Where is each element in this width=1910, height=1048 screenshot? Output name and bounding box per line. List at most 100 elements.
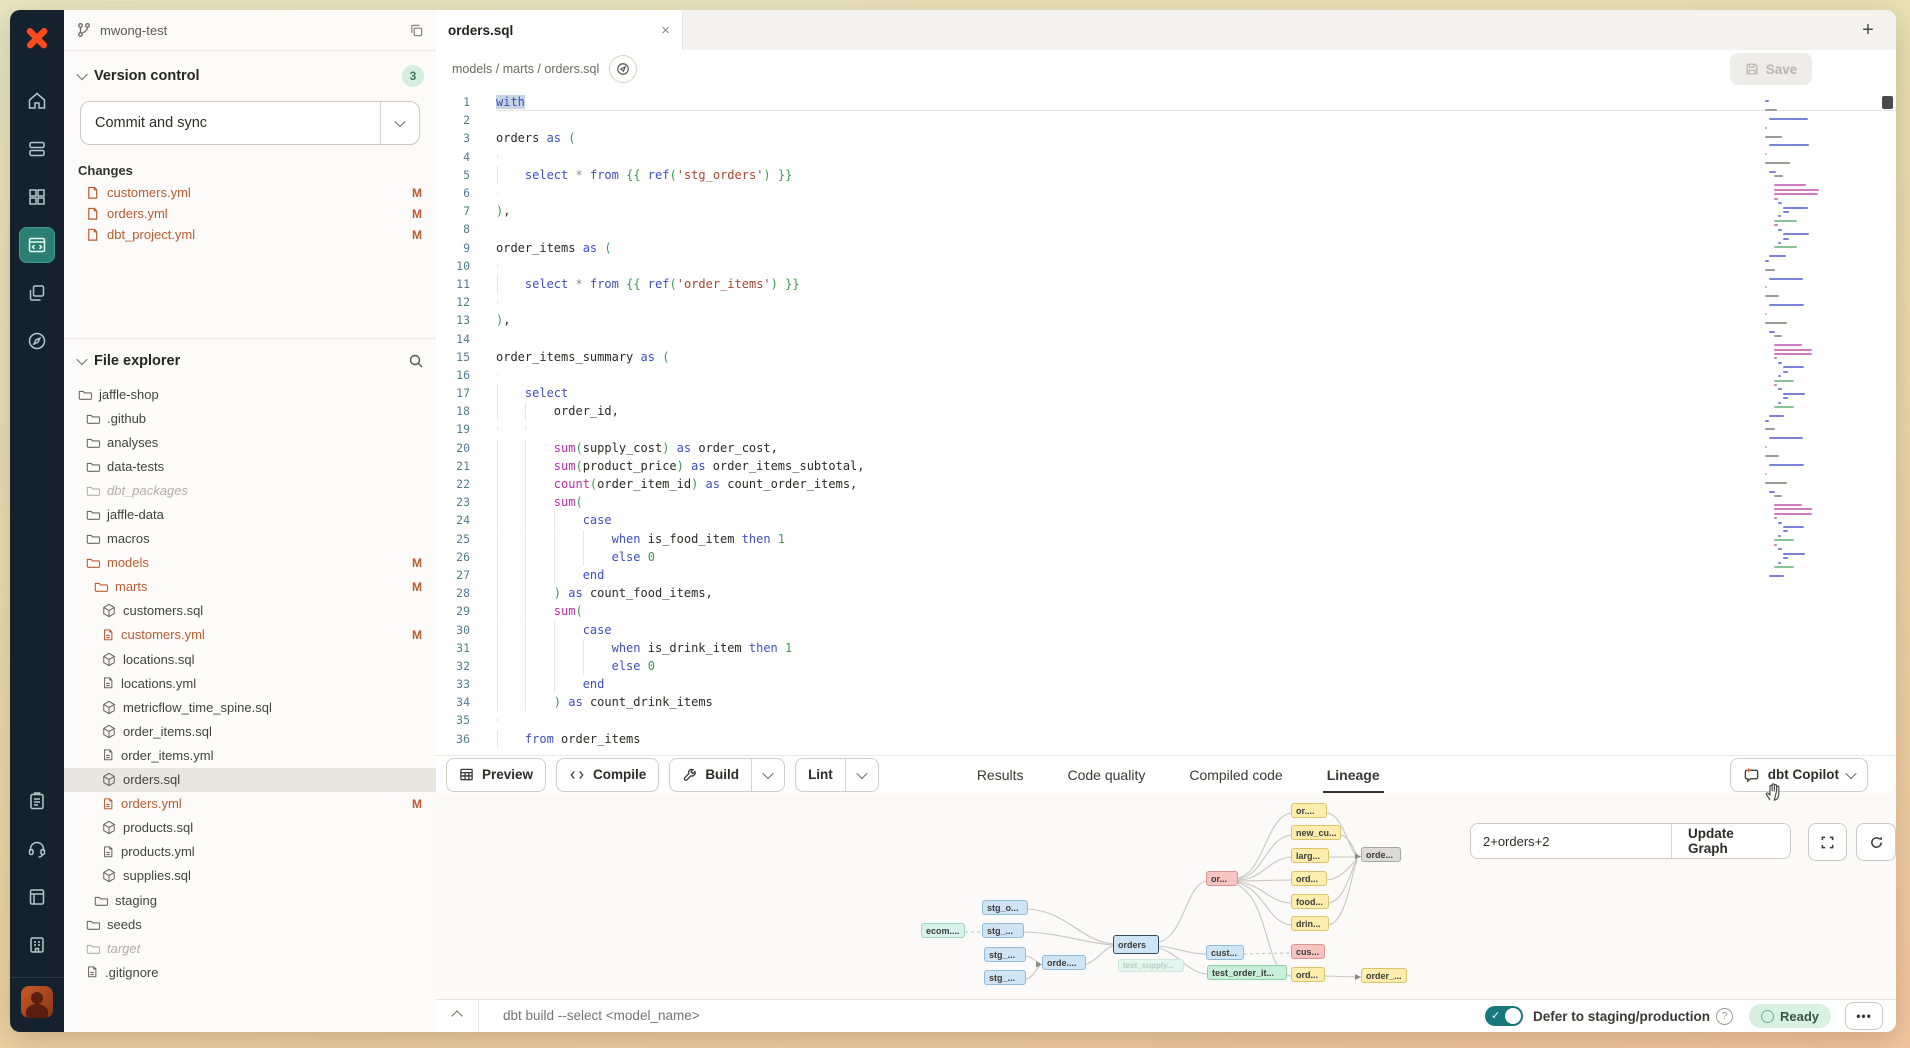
tree-item[interactable]: .gitignore xyxy=(64,960,436,984)
apps-grid-icon[interactable] xyxy=(19,179,55,215)
tree-item[interactable]: locations.yml xyxy=(64,671,436,695)
code-line[interactable]: 27 end xyxy=(436,566,1746,584)
lineage-node[interactable]: order_... xyxy=(1361,968,1407,983)
code-line[interactable]: 2 xyxy=(436,111,1746,129)
tree-item[interactable]: customers.sql xyxy=(64,599,436,623)
lineage-node[interactable]: drin... xyxy=(1291,916,1329,931)
lineage-selector-input[interactable] xyxy=(1471,824,1671,858)
code-line[interactable]: 32 else 0 xyxy=(436,657,1746,675)
dbt-logo-icon[interactable] xyxy=(21,22,53,59)
code-line[interactable]: 19 xyxy=(436,420,1746,438)
lineage-node[interactable]: orde... xyxy=(1361,847,1401,862)
code-line[interactable]: 4 xyxy=(436,148,1746,166)
lint-dropdown[interactable] xyxy=(845,759,878,791)
code-line[interactable]: 1with xyxy=(436,93,1746,111)
lineage-node[interactable]: stg_... xyxy=(984,947,1026,962)
tab-lineage[interactable]: Lineage xyxy=(1327,756,1380,793)
tree-item[interactable]: orders.ymlM xyxy=(64,792,436,816)
lineage-node[interactable]: ord... xyxy=(1291,871,1327,886)
changed-file-row[interactable]: customers.yml M xyxy=(64,182,436,203)
tree-item[interactable]: macros xyxy=(64,527,436,551)
code-line[interactable]: 31 when is_drink_item then 1 xyxy=(436,639,1746,657)
command-input[interactable] xyxy=(501,1007,1005,1024)
changed-file-row[interactable]: dbt_project.yml M xyxy=(64,224,436,245)
tree-item[interactable]: metricflow_time_spine.sql xyxy=(64,695,436,719)
build-button[interactable]: Build xyxy=(670,759,751,791)
tab-code-quality[interactable]: Code quality xyxy=(1068,756,1146,793)
develop-ide-icon[interactable] xyxy=(19,227,55,263)
code-line[interactable]: 16 xyxy=(436,366,1746,384)
code-line[interactable]: 9order_items as ( xyxy=(436,239,1746,257)
code-line[interactable]: 5 select * from {{ ref('stg_orders') }} xyxy=(436,166,1746,184)
tree-item[interactable]: staging xyxy=(64,888,436,912)
commit-and-sync-button[interactable]: Commit and sync xyxy=(80,101,420,145)
lineage-node[interactable]: ecom.... xyxy=(921,923,965,938)
copy-icon[interactable] xyxy=(409,23,424,38)
code-line[interactable]: 3orders as ( xyxy=(436,129,1746,147)
lineage-node[interactable]: or... xyxy=(1206,871,1238,886)
code-line[interactable]: 23 sum( xyxy=(436,493,1746,511)
code-line[interactable]: 33 end xyxy=(436,675,1746,693)
tree-item[interactable]: data-tests xyxy=(64,454,436,478)
extensions-icon[interactable] xyxy=(19,275,55,311)
lineage-node[interactable]: orders xyxy=(1113,935,1159,954)
organization-icon[interactable] xyxy=(19,927,55,963)
lineage-panel[interactable]: ecom....stg_o...stg_...stg_...stg_...ord… xyxy=(436,793,1896,1000)
lineage-node[interactable]: new_cu... xyxy=(1291,825,1341,840)
code-line[interactable]: 22 count(order_item_id) as count_order_i… xyxy=(436,475,1746,493)
lint-button[interactable]: Lint xyxy=(796,759,845,791)
tree-item[interactable]: locations.sql xyxy=(64,647,436,671)
save-button[interactable]: Save xyxy=(1730,53,1812,85)
support-headset-icon[interactable] xyxy=(19,831,55,867)
scrollbar-thumb[interactable] xyxy=(1882,96,1893,109)
version-control-header[interactable]: Version control 3 xyxy=(64,51,436,95)
tab-orders-sql[interactable]: orders.sql × xyxy=(436,10,683,50)
search-icon[interactable] xyxy=(408,353,424,369)
tree-item[interactable]: customers.ymlM xyxy=(64,623,436,647)
ready-status-badge[interactable]: Ready xyxy=(1749,1004,1831,1028)
tree-item[interactable]: jaffle-data xyxy=(64,502,436,526)
lineage-node[interactable]: ord... xyxy=(1291,967,1325,982)
open-lineage-icon[interactable] xyxy=(609,55,637,83)
code-line[interactable]: 34 ) as count_drink_items xyxy=(436,693,1746,711)
code-line[interactable]: 29 sum( xyxy=(436,602,1746,620)
lineage-node[interactable]: stg_... xyxy=(984,970,1026,985)
code-line[interactable]: 12 xyxy=(436,293,1746,311)
lineage-node[interactable]: larg... xyxy=(1291,848,1329,863)
code-line[interactable]: 20 sum(supply_cost) as order_cost, xyxy=(436,439,1746,457)
changelog-clipboard-icon[interactable] xyxy=(19,783,55,819)
commit-dropdown[interactable] xyxy=(380,102,419,144)
tree-item[interactable]: order_items.sql xyxy=(64,719,436,743)
code-line[interactable]: 13), xyxy=(436,311,1746,329)
expand-console-button[interactable] xyxy=(436,1000,479,1032)
code-line[interactable]: 24 case xyxy=(436,511,1746,529)
branch-name[interactable]: mwong-test xyxy=(100,23,167,38)
tab-compiled-code[interactable]: Compiled code xyxy=(1189,756,1282,793)
code-line[interactable]: 14 xyxy=(436,329,1746,347)
tree-item[interactable]: order_items.yml xyxy=(64,743,436,767)
docs-icon[interactable] xyxy=(19,879,55,915)
compile-button[interactable]: Compile xyxy=(556,758,659,792)
lineage-node[interactable]: cust... xyxy=(1206,945,1244,960)
build-dropdown[interactable] xyxy=(751,759,784,791)
changed-file-row[interactable]: orders.yml M xyxy=(64,203,436,224)
tree-item[interactable]: target xyxy=(64,936,436,960)
lineage-node[interactable]: food... xyxy=(1291,894,1329,909)
code-line[interactable]: 8 xyxy=(436,220,1746,238)
tree-item[interactable]: orders.sql xyxy=(64,768,436,792)
tree-item[interactable]: modelsM xyxy=(64,551,436,575)
code-line[interactable]: 10 xyxy=(436,257,1746,275)
lineage-node[interactable]: or.... xyxy=(1291,803,1327,818)
file-explorer-header[interactable]: File explorer xyxy=(64,339,436,377)
code-line[interactable]: 15order_items_summary as ( xyxy=(436,348,1746,366)
lineage-node[interactable]: orde.... xyxy=(1042,955,1086,970)
code-line[interactable]: 17 select xyxy=(436,384,1746,402)
user-avatar[interactable] xyxy=(21,986,53,1018)
code-line[interactable]: 28 ) as count_food_items, xyxy=(436,584,1746,602)
tree-item[interactable]: supplies.sql xyxy=(64,864,436,888)
update-graph-button[interactable]: Update Graph xyxy=(1671,824,1790,858)
preview-button[interactable]: Preview xyxy=(446,758,546,792)
new-tab-button[interactable]: + xyxy=(1854,16,1882,44)
tree-item[interactable]: dbt_packages xyxy=(64,478,436,502)
tree-item[interactable]: analyses xyxy=(64,430,436,454)
